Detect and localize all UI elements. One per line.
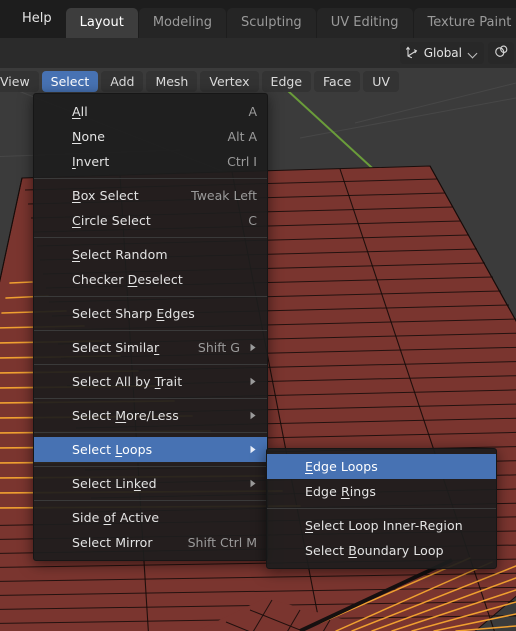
menu-item-shortcut: Alt A — [227, 129, 257, 144]
menu-separator — [34, 330, 267, 331]
workspace-tab-uv-editing[interactable]: UV Editing — [316, 8, 413, 38]
menu-separator — [34, 466, 267, 467]
menu-item-shortcut: Ctrl I — [227, 154, 257, 169]
menu-item-all[interactable]: All A — [34, 99, 267, 124]
workspace-tab-modeling[interactable]: Modeling — [138, 8, 226, 38]
menu-separator — [34, 398, 267, 399]
select-menu-panel[interactable]: All A None Alt A Invert Ctrl I Box Select Tweak… — [33, 93, 268, 561]
menu-item-box-select[interactable]: Box Select Tweak Left — [34, 183, 267, 208]
menu-item-label: Invert — [72, 154, 110, 169]
menu-item-label: Select Linked — [72, 476, 157, 491]
menu-item-select-boundary-loop[interactable]: Select Boundary Loop — [267, 538, 496, 563]
workspace-tab-texture-paint[interactable]: Texture Paint — [413, 8, 516, 38]
menu-separator — [34, 364, 267, 365]
workspace-tab-layout[interactable]: Layout — [65, 8, 138, 38]
menu-item-select-linked[interactable]: Select Linked — [34, 471, 267, 496]
menu-item-edge-loops[interactable]: Edge Loops — [267, 454, 496, 479]
snap-toggle-button[interactable] — [488, 42, 514, 64]
submenu-arrow-icon — [245, 445, 257, 454]
submenu-arrow-icon — [245, 343, 257, 352]
menu-item-label: Select All by Trait — [72, 374, 183, 389]
submenu-arrow-icon — [245, 411, 257, 420]
menu-item-label: Edge Rings — [305, 484, 376, 499]
menu-item-label: Select Loop Inner-Region — [305, 518, 463, 533]
submenu-arrow-icon — [245, 479, 257, 488]
menu-separator — [34, 296, 267, 297]
menu-item-label: Side of Active — [72, 510, 160, 525]
menu-item-select-similar[interactable]: Select Similar Shift G — [34, 335, 267, 360]
select-loops-submenu-panel[interactable]: Edge Loops Edge Rings Select Loop Inner-Re… — [266, 448, 497, 569]
menu-item-label: Select Random — [72, 247, 168, 262]
menu-item-select-loops[interactable]: Select Loops — [34, 437, 267, 462]
menu-separator — [34, 500, 267, 501]
menu-item-label: None — [72, 129, 106, 144]
menu-item-label: Select Mirror — [72, 535, 153, 550]
menu-item-label: Select Sharp Edges — [72, 306, 195, 321]
menu-item-select-mirror[interactable]: Select Mirror Shift Ctrl M — [34, 530, 267, 555]
workspace-tab-sculpting[interactable]: Sculpting — [226, 8, 316, 38]
menu-item-label: Box Select — [72, 188, 139, 203]
menu-item-invert[interactable]: Invert Ctrl I — [34, 149, 267, 174]
menu-item-shortcut: C — [248, 213, 257, 228]
chevron-down-icon — [469, 49, 478, 58]
submenu-arrow-icon — [245, 377, 257, 386]
transform-orientation-dropdown[interactable]: Global — [399, 42, 484, 64]
menu-item-label: Select Loops — [72, 442, 153, 457]
menubar-item-select[interactable]: Select — [41, 71, 99, 92]
menu-separator — [34, 237, 267, 238]
menu-item-label: Edge Loops — [305, 459, 378, 474]
menu-item-shortcut: Shift Ctrl M — [187, 535, 257, 550]
menu-item-label: Select More/Less — [72, 408, 179, 423]
menu-item-shortcut: Shift G — [197, 340, 240, 355]
menu-item-select-loop-inner-region[interactable]: Select Loop Inner-Region — [267, 513, 496, 538]
menu-item-side-of-active[interactable]: Side of Active — [34, 505, 267, 530]
menu-item-label: Select Similar — [72, 340, 160, 355]
workspace-tabs: Layout Modeling Sculpting UV Editing Texture… — [65, 0, 516, 38]
viewport-header: Global — [0, 38, 516, 68]
menubar-item-vertex[interactable]: Vertex — [200, 71, 259, 92]
menu-separator — [34, 432, 267, 433]
transform-orientation-value: Global — [423, 46, 462, 60]
editor-menubar: View Select Add Mesh Vertex Edge Face UV — [0, 68, 516, 95]
menu-separator — [34, 178, 267, 179]
topbar-menu-help[interactable]: Help — [0, 0, 66, 38]
menu-item-none[interactable]: None Alt A — [34, 124, 267, 149]
menu-item-shortcut: A — [248, 104, 257, 119]
transform-axes-icon — [405, 44, 419, 63]
menu-item-select-more-less[interactable]: Select More/Less — [34, 403, 267, 428]
menu-item-select-sharp-edges[interactable]: Select Sharp Edges — [34, 301, 267, 326]
topbar: Help Layout Modeling Sculpting UV Editing Te… — [0, 0, 516, 38]
menu-item-label: All — [72, 104, 88, 119]
menubar-item-edge[interactable]: Edge — [261, 71, 312, 92]
menu-item-label: Circle Select — [72, 213, 151, 228]
menubar-item-face[interactable]: Face — [314, 71, 361, 92]
menu-separator — [267, 508, 496, 509]
menu-item-select-random[interactable]: Select Random — [34, 242, 267, 267]
snap-magnet-icon — [494, 44, 509, 63]
menu-item-select-all-by-trait[interactable]: Select All by Trait — [34, 369, 267, 394]
menu-item-checker-deselect[interactable]: Checker Deselect — [34, 267, 267, 292]
menu-item-label: Checker Deselect — [72, 272, 183, 287]
menu-item-shortcut: Tweak Left — [191, 188, 257, 203]
menubar-item-uv[interactable]: UV — [363, 71, 399, 92]
menu-item-edge-rings[interactable]: Edge Rings — [267, 479, 496, 504]
menu-item-circle-select[interactable]: Circle Select C — [34, 208, 267, 233]
menubar-item-view[interactable]: View — [0, 71, 39, 92]
menu-item-label: Select Boundary Loop — [305, 543, 444, 558]
menubar-item-add[interactable]: Add — [101, 71, 144, 92]
menubar-item-mesh[interactable]: Mesh — [146, 71, 198, 92]
blender-window: Help Layout Modeling Sculpting UV Editing Te… — [0, 0, 516, 631]
